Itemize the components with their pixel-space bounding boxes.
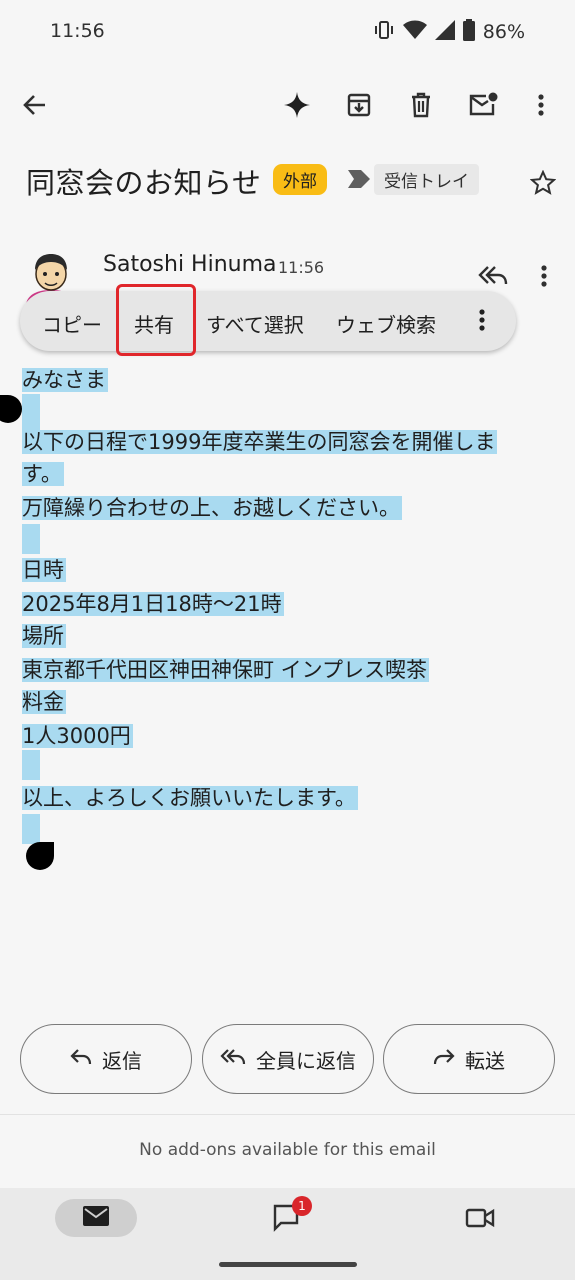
body-line: す。 (22, 458, 64, 490)
sparkle-icon[interactable] (280, 88, 314, 122)
reply-actions: 返信 全員に返信 転送 (20, 1024, 555, 1094)
inbox-label[interactable]: 受信トレイ (374, 164, 479, 195)
forward-icon (433, 1047, 455, 1071)
toolbar (0, 76, 575, 134)
reply-all-icon (220, 1047, 246, 1071)
archive-icon[interactable] (342, 88, 376, 122)
status-icons: 86% (373, 19, 525, 45)
star-icon[interactable] (529, 169, 557, 200)
battery-percent: 86% (482, 21, 525, 43)
mail-icon (83, 1206, 109, 1230)
text-selection-menu: コピー 共有 すべて選択 ウェブ検索 (20, 284, 516, 356)
reply-button[interactable]: 返信 (20, 1024, 192, 1094)
status-time: 11:56 (50, 20, 105, 42)
body-line-text: 以下の日程で1999年度卒業生の同窓会を開催しま (22, 430, 498, 454)
vibrate-icon (373, 19, 395, 45)
body-line: 以下の日程で1999年度卒業生の同窓会を開催しま (22, 426, 498, 458)
menu-copy[interactable]: コピー (42, 309, 102, 338)
body-line-text: 東京都千代田区神田神保町 インプレス喫茶 (22, 658, 430, 682)
forward-label: 転送 (465, 1048, 505, 1073)
body-line: 場所 (22, 620, 66, 652)
chat-badge: 1 (292, 1196, 312, 1216)
body-line-text: 万障繰り合わせの上、お越しください。 (22, 496, 402, 520)
nav-mail[interactable] (55, 1199, 137, 1237)
label-arrow-icon (348, 170, 370, 192)
selection-start-handle[interactable] (0, 395, 22, 423)
reply-all-button[interactable]: 全員に返信 (202, 1024, 374, 1094)
signal-icon (434, 20, 455, 44)
status-bar: 11:56 86% (0, 0, 575, 66)
subject-row: 同窓会のお知らせ 外部 受信トレイ (26, 156, 566, 206)
menu-select-all[interactable]: すべて選択 (206, 309, 304, 338)
wifi-icon (402, 20, 427, 44)
menu-more-icon[interactable] (478, 308, 486, 336)
body-line-text: 1人3000円 (22, 724, 133, 748)
mark-unread-icon[interactable] (466, 88, 500, 122)
reply-label: 返信 (102, 1048, 142, 1073)
sender-more-icon[interactable] (540, 264, 548, 292)
body-line-text: 場所 (22, 624, 66, 648)
share-highlight-box (116, 284, 196, 356)
reply-icon (70, 1047, 92, 1071)
body-line: 料金 (22, 686, 66, 718)
selection-fill (22, 814, 40, 844)
body-line: 2025年8月1日18時～21時 (22, 588, 284, 620)
body-line: みなさま (22, 364, 108, 396)
body-line-text: 料金 (22, 690, 66, 714)
body-line: 東京都千代田区神田神保町 インプレス喫茶 (22, 654, 430, 686)
body-line-text: 以上、よろしくお願いいたします。 (22, 786, 358, 810)
reply-all-icon[interactable] (478, 264, 508, 290)
body-line: 以上、よろしくお願いいたします。 (22, 782, 358, 814)
selection-fill (22, 524, 40, 554)
selection-fill (22, 750, 40, 780)
forward-button[interactable]: 転送 (383, 1024, 555, 1094)
email-subject: 同窓会のお知らせ (26, 166, 262, 200)
reply-all-label: 全員に返信 (256, 1048, 356, 1073)
divider (0, 1114, 575, 1115)
video-camera-icon[interactable] (465, 1206, 495, 1234)
bottom-nav: 1 (0, 1188, 575, 1280)
body-line-text: 2025年8月1日18時～21時 (22, 592, 284, 616)
body-line-text: す。 (22, 462, 64, 486)
body-line: 1人3000円 (22, 720, 133, 752)
body-line-text: みなさま (22, 368, 108, 392)
body-line: 日時 (22, 554, 66, 586)
sender-name[interactable]: Satoshi Hinuma (103, 252, 277, 277)
menu-web-search[interactable]: ウェブ検索 (336, 309, 436, 338)
sender-time: 11:56 (278, 258, 325, 277)
back-arrow-icon[interactable] (18, 88, 52, 122)
battery-icon (462, 19, 475, 45)
body-line-text: 日時 (22, 558, 66, 582)
body-line: 万障繰り合わせの上、お越しください。 (22, 492, 402, 524)
external-badge: 外部 (273, 164, 327, 195)
home-indicator[interactable] (219, 1262, 357, 1267)
delete-icon[interactable] (404, 88, 438, 122)
more-vert-icon[interactable] (524, 88, 558, 122)
selection-end-handle[interactable] (26, 842, 54, 870)
addons-message: No add-ons available for this email (139, 1140, 436, 1160)
